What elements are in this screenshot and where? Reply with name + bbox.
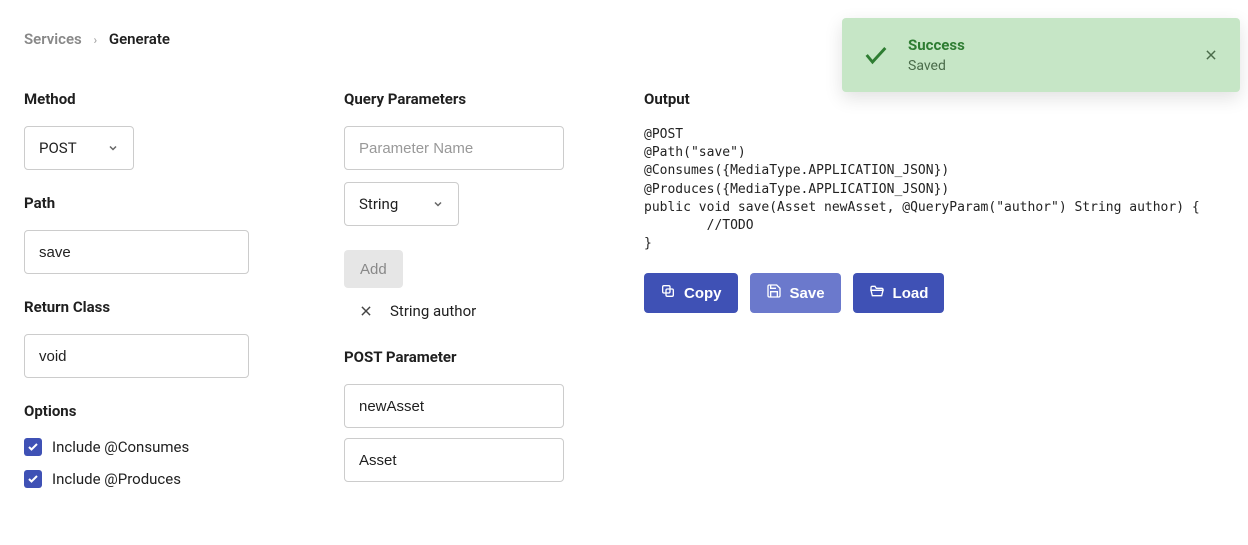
load-button[interactable]: Load (853, 273, 945, 313)
toast-close-button[interactable] (1202, 46, 1220, 64)
path-label: Path (24, 194, 284, 212)
toast-body: Saved (908, 58, 1184, 74)
save-button[interactable]: Save (750, 273, 841, 313)
param-row: String author (344, 302, 584, 320)
folder-open-icon (869, 283, 885, 303)
post-parameter-label: POST Parameter (344, 348, 584, 366)
include-consumes-checkbox[interactable]: Include @Consumes (24, 438, 284, 456)
method-select[interactable]: POST (24, 126, 134, 170)
options-label: Options (24, 402, 284, 420)
remove-param-button[interactable] (358, 303, 374, 319)
param-type-value: String (359, 195, 398, 213)
copy-icon (660, 283, 676, 303)
save-icon (766, 283, 782, 303)
toast-title: Success (908, 36, 1184, 54)
breadcrumb-current: Generate (109, 30, 170, 48)
method-value: POST (39, 139, 77, 157)
chevron-down-icon (432, 198, 444, 210)
copy-button[interactable]: Copy (644, 273, 738, 313)
include-produces-checkbox[interactable]: Include @Produces (24, 470, 284, 488)
add-button[interactable]: Add (344, 250, 403, 288)
checkbox-checked-icon (24, 470, 42, 488)
load-label: Load (893, 285, 929, 302)
check-icon (862, 41, 890, 69)
breadcrumb-root[interactable]: Services (24, 30, 82, 48)
query-parameters-label: Query Parameters (344, 90, 584, 108)
save-label: Save (790, 285, 825, 302)
copy-label: Copy (684, 285, 722, 302)
chevron-down-icon (107, 142, 119, 154)
output-code: @POST @Path("save") @Consumes({MediaType… (644, 126, 1224, 253)
param-name-input[interactable] (344, 126, 564, 170)
path-input[interactable] (24, 230, 249, 274)
checkbox-checked-icon (24, 438, 42, 456)
post-param-type-input[interactable] (344, 438, 564, 482)
method-label: Method (24, 90, 284, 108)
return-class-label: Return Class (24, 298, 284, 316)
return-class-input[interactable] (24, 334, 249, 378)
chevron-right-icon: › (94, 33, 98, 47)
include-consumes-label: Include @Consumes (52, 438, 189, 456)
param-type-select[interactable]: String (344, 182, 459, 226)
include-produces-label: Include @Produces (52, 470, 181, 488)
param-display: String author (390, 302, 476, 320)
post-param-name-input[interactable] (344, 384, 564, 428)
output-label: Output (644, 90, 1224, 108)
success-toast: Success Saved (842, 18, 1240, 92)
